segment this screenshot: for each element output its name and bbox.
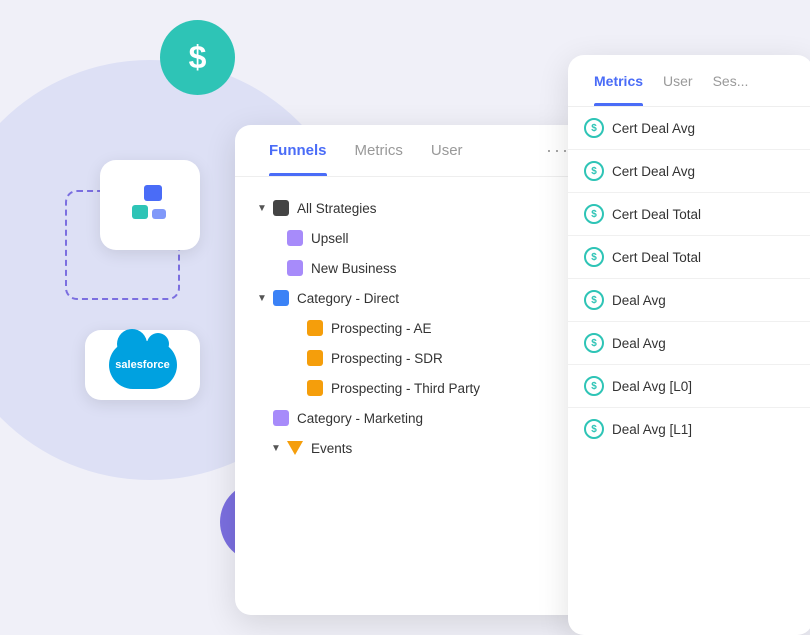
tab-funnels[interactable]: Funnels — [255, 125, 341, 176]
tree-item-new-business[interactable]: ▶ New Business — [235, 253, 590, 283]
metric-dollar-icon: $ — [584, 204, 604, 224]
funnel-tree-content: ▼ All Strategies ▶ Upsell ▶ New Business… — [235, 177, 590, 615]
tree-item-prospecting-sdr[interactable]: ▶ Prospecting - SDR — [235, 343, 590, 373]
right-tab-metrics[interactable]: Metrics — [584, 55, 653, 106]
tree-color-prospecting-ae — [307, 320, 323, 336]
tree-color-all-strategies — [273, 200, 289, 216]
main-panel-tab-bar: Funnels Metrics User ··· — [235, 125, 590, 177]
tab-metrics[interactable]: Metrics — [341, 125, 417, 176]
funnel-app-card — [100, 160, 200, 250]
right-tab-ses[interactable]: Ses... — [703, 55, 759, 106]
left-area: $ salesforce % — [0, 0, 240, 622]
salesforce-card: salesforce — [85, 330, 200, 400]
funnel-blocks-icon — [124, 179, 176, 231]
tree-item-upsell[interactable]: ▶ Upsell — [235, 223, 590, 253]
metric-dollar-icon: $ — [584, 118, 604, 138]
metric-dollar-icon: $ — [584, 419, 604, 439]
tree-color-category-direct — [273, 290, 289, 306]
metric-dollar-icon: $ — [584, 376, 604, 396]
tree-color-upsell — [287, 230, 303, 246]
metric-item-deal-avg-l0[interactable]: $ Deal Avg [L0] — [568, 365, 810, 408]
metric-item-deal-avg-l1[interactable]: $ Deal Avg [L1] — [568, 408, 810, 450]
tree-item-all-strategies[interactable]: ▼ All Strategies — [235, 193, 590, 223]
more-options-button[interactable]: ··· — [546, 140, 570, 161]
tab-user[interactable]: User — [417, 125, 477, 176]
metric-item-cert-deal-avg-2[interactable]: $ Cert Deal Avg — [568, 150, 810, 193]
metric-dollar-icon: $ — [584, 247, 604, 267]
tree-color-events — [287, 440, 303, 456]
tree-color-new-business — [287, 260, 303, 276]
right-panel-tab-bar: Metrics User Ses... — [568, 55, 810, 107]
metric-item-cert-deal-avg-1[interactable]: $ Cert Deal Avg — [568, 107, 810, 150]
tree-color-prospecting-sdr — [307, 350, 323, 366]
main-panel: Funnels Metrics User ··· ▼ All Strategie… — [235, 125, 590, 615]
tree-color-prospecting-third — [307, 380, 323, 396]
dollar-circle-icon: $ — [160, 20, 235, 95]
tree-arrow-all-strategies: ▼ — [255, 201, 269, 215]
tree-item-events[interactable]: ▼ Events — [235, 433, 590, 463]
right-panel: Metrics User Ses... $ Cert Deal Avg $ Ce… — [568, 55, 810, 635]
metric-dollar-icon: $ — [584, 333, 604, 353]
tree-arrow-category-direct: ▼ — [255, 291, 269, 305]
tree-arrow-events: ▼ — [269, 441, 283, 455]
right-tab-user[interactable]: User — [653, 55, 703, 106]
metric-item-deal-avg-2[interactable]: $ Deal Avg — [568, 322, 810, 365]
metric-item-deal-avg-1[interactable]: $ Deal Avg — [568, 279, 810, 322]
metric-dollar-icon: $ — [584, 161, 604, 181]
tree-color-category-marketing — [273, 410, 289, 426]
tree-item-prospecting-third[interactable]: ▶ Prospecting - Third Party — [235, 373, 590, 403]
metric-item-cert-deal-total-1[interactable]: $ Cert Deal Total — [568, 193, 810, 236]
tree-item-prospecting-ae[interactable]: ▶ Prospecting - AE — [235, 313, 590, 343]
metric-item-cert-deal-total-2[interactable]: $ Cert Deal Total — [568, 236, 810, 279]
metric-list: $ Cert Deal Avg $ Cert Deal Avg $ Cert D… — [568, 107, 810, 635]
tree-item-category-marketing[interactable]: ▶ Category - Marketing — [235, 403, 590, 433]
salesforce-cloud-icon: salesforce — [109, 341, 177, 389]
metric-dollar-icon: $ — [584, 290, 604, 310]
tree-item-category-direct[interactable]: ▼ Category - Direct — [235, 283, 590, 313]
